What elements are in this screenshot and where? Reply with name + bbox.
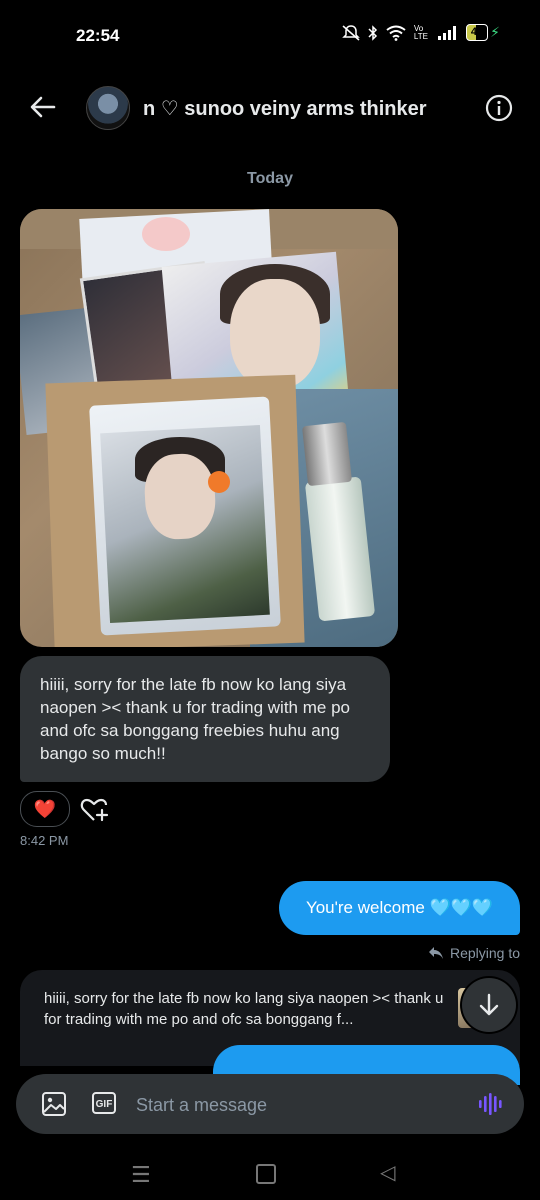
system-navigation-bar: ☰ ◁ xyxy=(0,1150,540,1200)
heart-icon: ❤️ xyxy=(33,798,57,819)
charging-icon: ⚡ xyxy=(490,24,500,40)
status-bar: 22:54 Vo LTE 44 ⚡ xyxy=(0,0,540,72)
message-timestamp: 8:42 PM xyxy=(20,833,69,848)
received-message-text: hiiii, sorry for the late fb now ko lang… xyxy=(40,675,350,763)
home-icon[interactable] xyxy=(256,1164,276,1184)
back-arrow-icon[interactable] xyxy=(28,92,58,122)
reply-quote-text: hiiii, sorry for the late fb now ko lang… xyxy=(44,990,444,1028)
back-icon[interactable]: ◁ xyxy=(380,1160,395,1185)
avatar[interactable] xyxy=(86,86,130,130)
clock: 22:54 xyxy=(76,26,120,45)
reply-icon xyxy=(428,947,443,959)
date-separator: Today xyxy=(247,170,293,187)
photo-flower xyxy=(208,471,230,493)
photo-detail xyxy=(230,279,320,389)
sent-message-bubble[interactable]: You're welcome 🩵🩵🩵 xyxy=(279,881,520,935)
add-reaction-icon[interactable] xyxy=(80,796,110,824)
mute-icon xyxy=(342,24,360,41)
replying-to-label: Replying to xyxy=(428,945,520,961)
gif-icon[interactable]: GIF xyxy=(92,1092,116,1114)
volte-label: Vo LTE xyxy=(413,23,428,41)
scroll-to-bottom-button[interactable] xyxy=(462,978,516,1032)
replying-to-text: Replying to xyxy=(449,945,520,961)
image-icon[interactable] xyxy=(40,1090,68,1118)
conversation-title[interactable]: n ♡ sunoo veiny arms thinker xyxy=(143,96,427,121)
wifi-icon xyxy=(386,25,406,41)
received-message-bubble[interactable]: hiiii, sorry for the late fb now ko lang… xyxy=(20,656,390,782)
voice-message-icon[interactable] xyxy=(478,1091,504,1117)
signal-icon xyxy=(437,25,456,40)
bluetooth-icon xyxy=(368,24,377,41)
sent-message-text: You're welcome 🩵🩵🩵 xyxy=(305,898,494,917)
image-message[interactable] xyxy=(20,209,398,647)
photo-perfume-cap xyxy=(301,421,353,487)
battery-indicator: 44 ⚡ xyxy=(465,24,500,41)
heart-reaction[interactable]: ❤️ xyxy=(20,791,70,827)
info-icon[interactable] xyxy=(485,94,513,122)
photo-sticker xyxy=(142,217,190,251)
photo-detail xyxy=(142,452,218,541)
battery-level: 44 xyxy=(465,24,489,41)
message-input[interactable] xyxy=(134,1088,468,1122)
status-icons: Vo LTE 44 ⚡ xyxy=(342,24,500,41)
conversation-header: n ♡ sunoo veiny arms thinker xyxy=(0,80,540,136)
arrow-down-icon xyxy=(479,993,499,1016)
recent-apps-icon[interactable]: ☰ xyxy=(131,1162,151,1188)
message-composer: GIF xyxy=(16,1074,524,1134)
